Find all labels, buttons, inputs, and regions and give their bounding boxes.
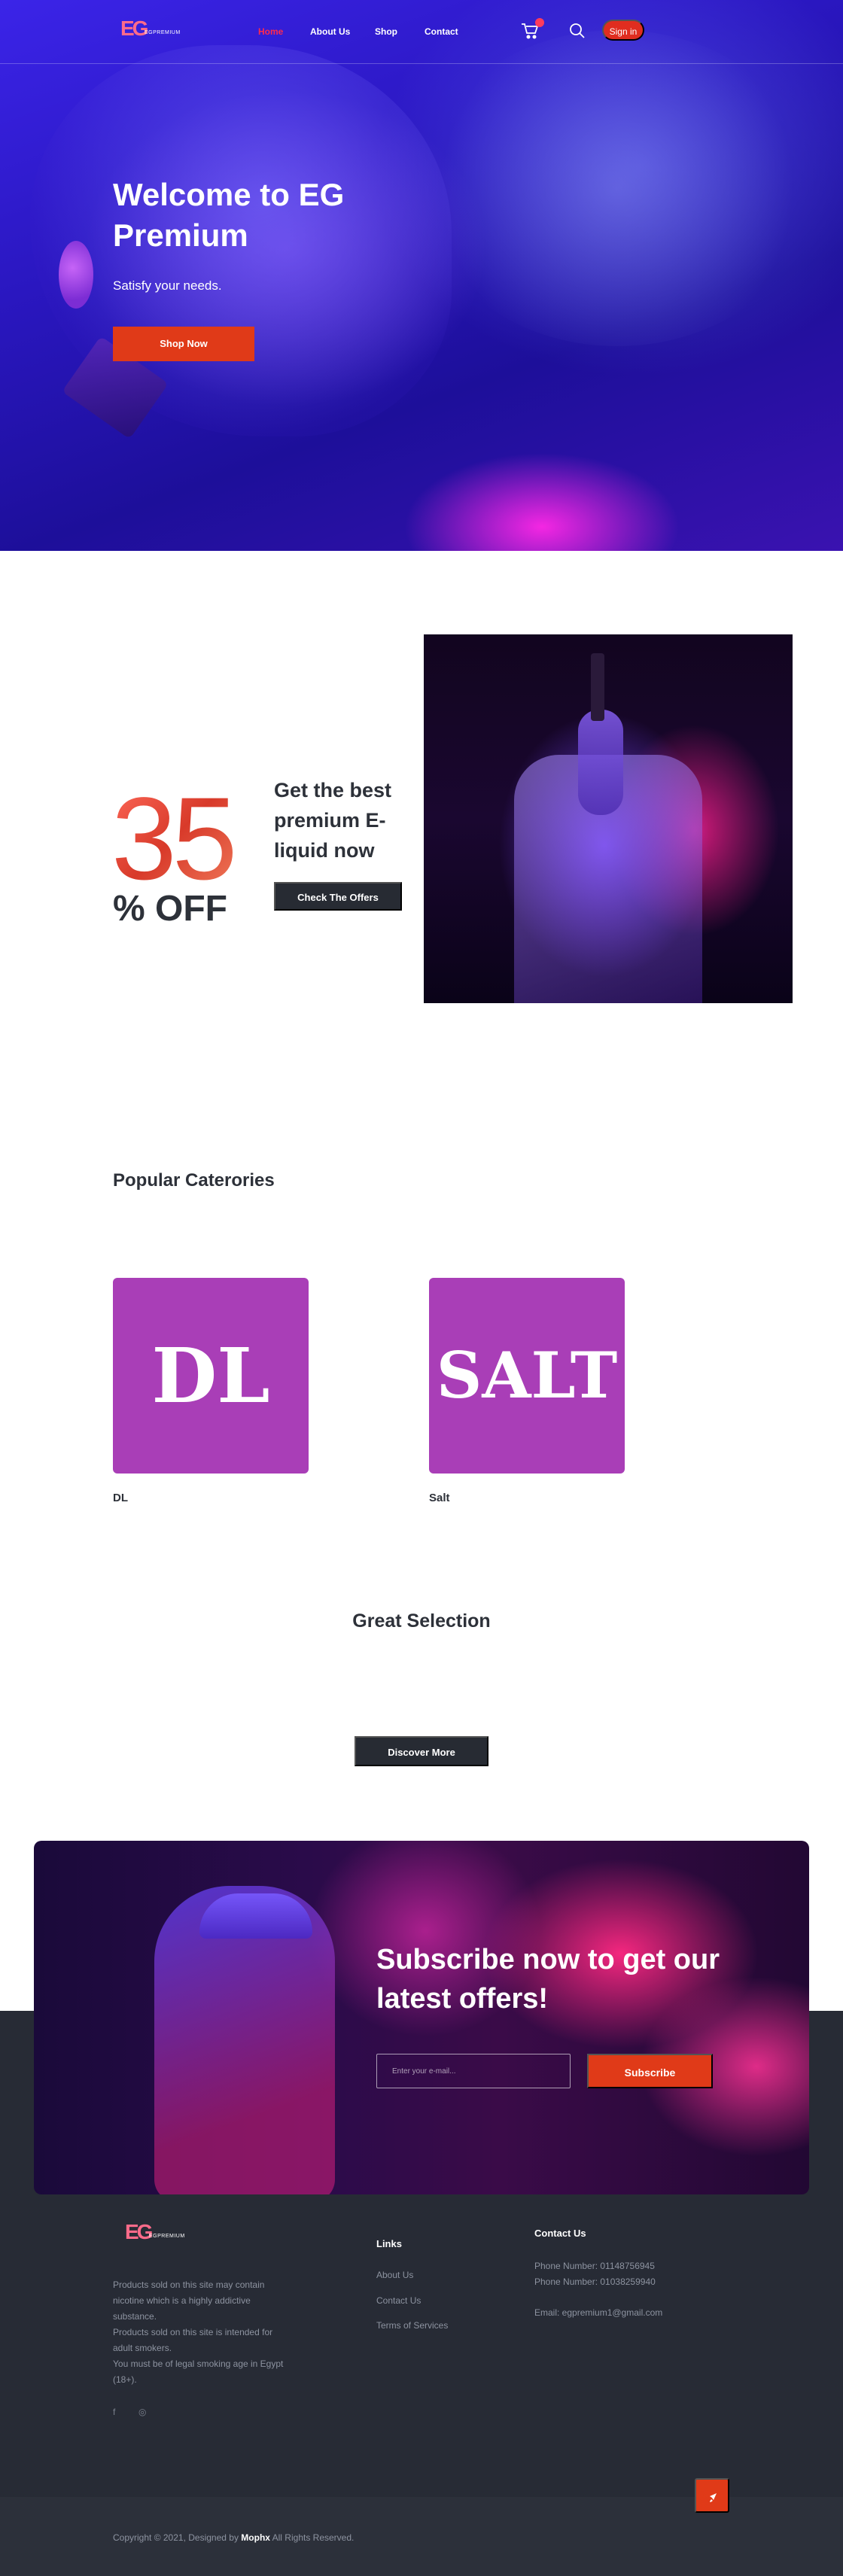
site-logo[interactable]: EG EGPREMIUM [120,17,181,42]
categories-title: Popular Caterories [113,1170,275,1191]
search-icon[interactable] [569,23,586,39]
copyright-prefix: Copyright © 2021, Designed by [113,2532,239,2543]
footer-contact-heading: Contact Us [534,2228,586,2239]
email-input[interactable] [376,2054,571,2088]
designer-link[interactable]: Mophx [241,2532,270,2543]
nav-about-us[interactable]: About Us [310,26,350,37]
footer-logo-text: EGPREMIUM [149,2234,185,2239]
check-offers-button[interactable]: Check The Offers [274,882,402,911]
sign-in-button[interactable]: Sign in [602,20,644,41]
footer-logo-mark: EG [125,2220,154,2243]
nav-contact[interactable]: Contact [425,26,458,37]
footer-phone-1: Phone Number: 01148756945 [534,2261,655,2271]
rocket-icon [710,2493,717,2502]
scroll-to-top-button[interactable] [695,2478,729,2513]
footer-about-line: You must be of legal smoking age in Egyp… [113,2359,284,2385]
subscribe-model-cap [199,1893,312,1939]
offer-off-label: % OFF [113,889,227,929]
site-header: EG EGPREMIUM Home About Us Shop Contact [0,0,843,64]
instagram-icon[interactable]: ◎ [138,2407,146,2417]
nav-shop[interactable]: Shop [375,26,397,37]
footer-link-about-us[interactable]: About Us [376,2270,413,2280]
category-label-dl[interactable]: DL [113,1492,128,1504]
shop-now-button[interactable]: Shop Now [113,327,254,361]
category-label-salt[interactable]: Salt [429,1492,450,1504]
logo-mark: EG [120,17,149,40]
hero-smoke [422,30,813,346]
subscribe-button[interactable]: Subscribe [587,2054,713,2088]
hero-model-ear [59,241,93,309]
footer-phone-2: Phone Number: 01038259940 [534,2276,656,2287]
category-card-salt[interactable]: SALT [429,1278,625,1474]
offer-image-arm [578,710,623,815]
footer-about-line: Products sold on this site is intended f… [113,2327,273,2353]
footer-link-terms[interactable]: Terms of Services [376,2320,448,2331]
footer-links-heading: Links [376,2238,402,2249]
footer-email: Email: egpremium1@gmail.com [534,2307,663,2318]
page: EG EGPREMIUM Home About Us Shop Contact [0,0,843,2576]
offer-percentage: 35 [111,774,238,905]
copyright: Copyright © 2021, Designed by Mophx All … [113,2532,354,2543]
hero-title: Welcome to EG Premium [113,177,345,253]
hero-subtitle: Satisfy your needs. [113,278,222,293]
footer-about: Products sold on this site may contain n… [113,2277,286,2388]
logo-text: EGPREMIUM [145,30,181,35]
selection-title: Great Selection [352,1610,491,1632]
offer-image [424,634,793,1003]
hero-banner: EG EGPREMIUM Home About Us Shop Contact [0,0,843,551]
offer-image-vape [591,653,604,721]
footer-link-contact-us[interactable]: Contact Us [376,2295,421,2306]
discover-more-button[interactable]: Discover More [355,1736,488,1766]
category-card-dl[interactable]: DL [113,1278,309,1474]
facebook-icon[interactable]: f [113,2407,115,2417]
offer-text: Get the best premium E-liquid now [274,779,392,862]
footer-logo[interactable]: EG EGPREMIUM [125,2220,193,2244]
footer-about-line: Products sold on this site may contain n… [113,2279,265,2322]
copyright-suffix: All Rights Reserved. [272,2532,355,2543]
subscribe-title: Subscribe now to get our latest offers! [376,1944,720,2015]
cart-badge [535,18,544,27]
nav-home[interactable]: Home [258,26,283,37]
